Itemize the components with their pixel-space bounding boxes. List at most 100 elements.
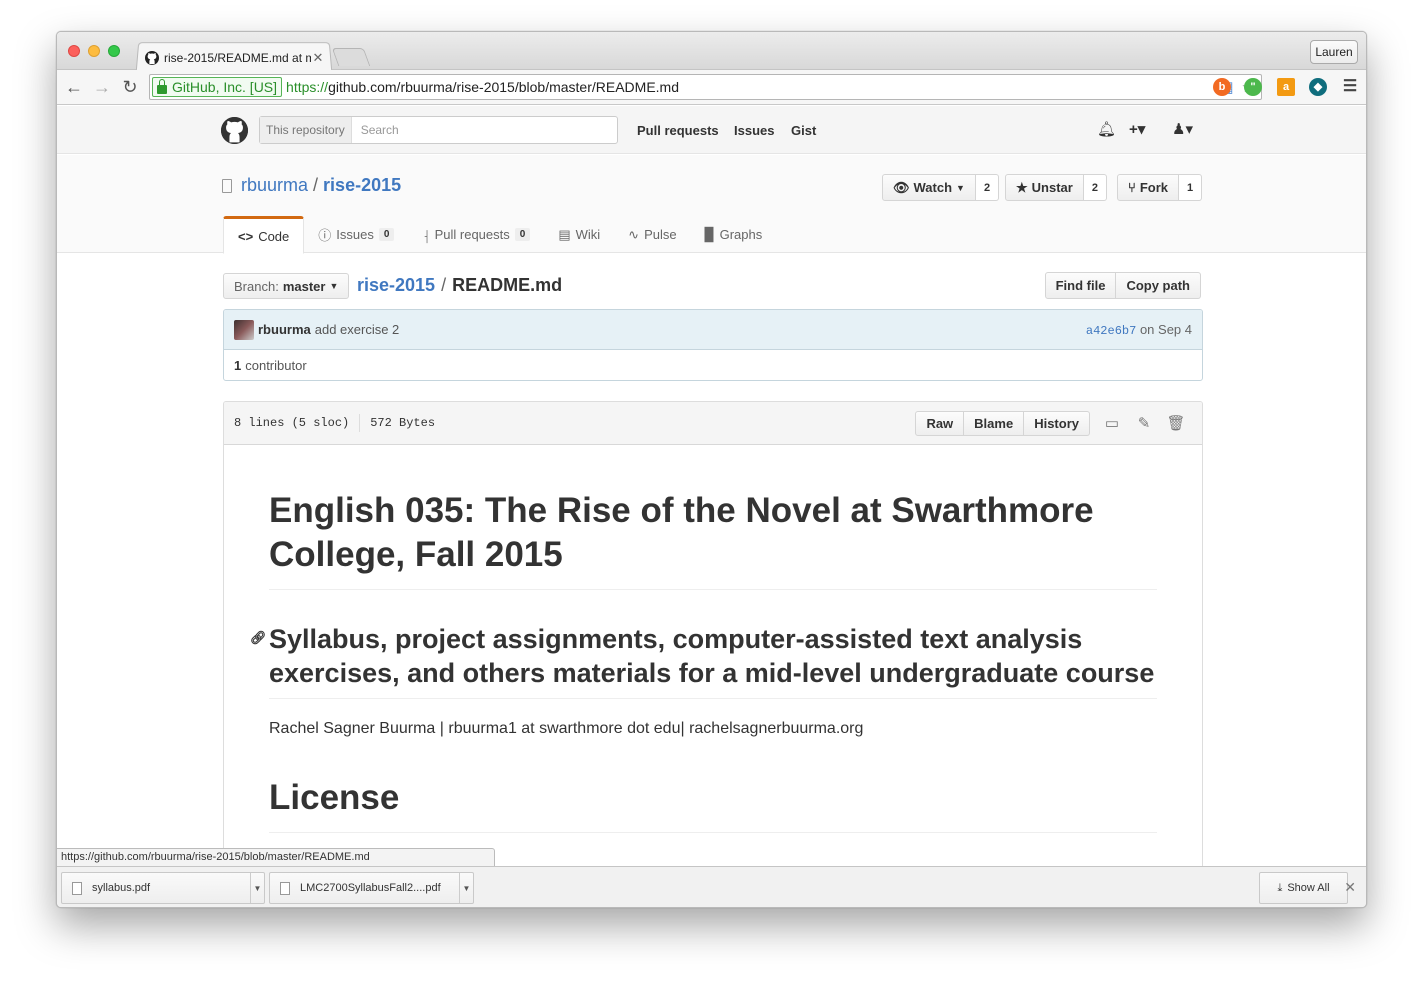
repo-owner-link[interactable]: rbuurma	[241, 175, 308, 196]
address-bar[interactable]: GitHub, Inc. [US] https:// github.com/rb…	[149, 74, 1262, 100]
extension-b-icon[interactable]: b	[1213, 78, 1231, 96]
desktop-icon[interactable]: ▭	[1096, 414, 1128, 432]
github-favicon-icon	[145, 51, 159, 65]
nav-pull-requests[interactable]: Pull requests	[637, 123, 719, 138]
new-tab-button[interactable]	[331, 48, 371, 66]
contributors-label: contributor	[245, 358, 307, 373]
watch-button[interactable]: 👁︎ Watch ▼	[882, 174, 976, 201]
pull-request-icon: ⸡	[422, 227, 430, 243]
fork-button[interactable]: ⑂ Fork	[1117, 174, 1179, 201]
divider	[359, 414, 361, 432]
copy-path-button[interactable]: Copy path	[1116, 272, 1201, 299]
readme-title: English 035: The Rise of the Novel at Sw…	[269, 489, 1157, 590]
blame-button[interactable]: Blame	[964, 410, 1025, 436]
readme-byline: Rachel Sagner Buurma | rbuurma1 at swart…	[269, 720, 864, 738]
browser-tab-title: rise-2015/README.md at master · rbuurma/…	[164, 51, 311, 65]
fork-count[interactable]: 1	[1178, 174, 1203, 201]
watch-label: Watch	[913, 180, 953, 195]
back-arrow-icon[interactable]: ←	[63, 77, 85, 99]
search-scope-label: This repository	[260, 117, 352, 143]
profile-button[interactable]: Lauren	[1310, 40, 1358, 64]
star-count[interactable]: 2	[1083, 174, 1107, 201]
github-logo-icon[interactable]	[221, 117, 248, 144]
amazon-extension-icon[interactable]: a	[1277, 78, 1295, 96]
link-anchor-icon[interactable]: 🔗︎	[250, 630, 267, 647]
eye-icon: 👁︎	[893, 179, 910, 195]
pencil-icon[interactable]: ✎	[1128, 414, 1160, 432]
code-icon: <>	[238, 228, 254, 244]
issue-icon: ⓘ	[318, 228, 332, 243]
browser-tab-content[interactable]: rise-2015/README.md at master · rbuurma/…	[145, 48, 325, 68]
download-item[interactable]: LMC2700SyllabusFall2....pdf ▼	[269, 872, 474, 904]
browser-window: rise-2015/README.md at master · rbuurma/…	[56, 31, 1367, 908]
tab-graphs[interactable]: ▉ Graphs	[691, 216, 777, 253]
tab-pulse[interactable]: ∿ Pulse	[614, 216, 690, 253]
star-group: ★ Unstar 2	[1005, 174, 1107, 201]
tab-issues[interactable]: ⓘ Issues 0	[304, 216, 408, 253]
fork-group: ⑂ Fork 1	[1117, 174, 1203, 201]
tab-pull-requests[interactable]: ⸡ Pull requests 0	[408, 216, 544, 253]
tab-pull-requests-label: Pull requests	[434, 227, 510, 242]
pdf-file-icon	[280, 881, 290, 895]
pull-requests-count: 0	[514, 228, 531, 241]
extension-quote-icon[interactable]: "	[1244, 78, 1262, 96]
issues-count: 0	[378, 228, 395, 241]
notifications-bell-icon[interactable]: 🔔︎	[1097, 120, 1116, 138]
latest-commit: rbuurma add exercise 2 a42e6b7 on Sep 4	[224, 310, 1202, 350]
minimize-window-button[interactable]	[88, 45, 100, 57]
commit-author-link[interactable]: rbuurma	[258, 322, 311, 337]
breadcrumb-file: README.md	[452, 275, 563, 295]
reload-icon[interactable]: ↻	[119, 77, 141, 99]
search-input[interactable]: Search	[352, 123, 399, 137]
status-bubble: https://github.com/rbuurma/rise-2015/blo…	[57, 848, 495, 867]
find-file-button[interactable]: Find file	[1044, 272, 1117, 299]
tab-wiki-label: Wiki	[575, 227, 601, 242]
ev-certificate-badge[interactable]: GitHub, Inc. [US]	[152, 77, 283, 97]
commit-sha-link[interactable]: a42e6b7	[1086, 324, 1136, 338]
breadcrumb-repo-link[interactable]: rise-2015	[357, 275, 435, 296]
download-filename: LMC2700SyllabusFall2....pdf	[300, 882, 441, 894]
show-all-label: Show All	[1287, 882, 1330, 894]
ev-label: GitHub, Inc. [US]	[172, 79, 278, 95]
watch-count[interactable]: 2	[975, 174, 1000, 201]
tab-code[interactable]: <> Code	[223, 216, 305, 254]
repo-name-link[interactable]: rise-2015	[323, 175, 401, 196]
trash-icon[interactable]: 🗑︎	[1160, 414, 1192, 432]
graph-icon: ▉	[704, 226, 715, 242]
readme-subtitle-text: Syllabus, project assignments, computer-…	[269, 623, 1155, 688]
chevron-down-icon[interactable]: ▼	[250, 873, 264, 903]
close-icon[interactable]: ✕	[1344, 879, 1356, 896]
file-nav-actions: Find file Copy path	[1044, 272, 1201, 299]
download-item[interactable]: syllabus.pdf ▼	[61, 872, 265, 904]
chrome-menu-icon[interactable]: ☰	[1341, 78, 1359, 96]
tab-graphs-label: Graphs	[719, 227, 763, 242]
forward-arrow-icon[interactable]: →	[91, 77, 113, 99]
history-button[interactable]: History	[1024, 410, 1090, 436]
lock-icon	[157, 78, 167, 94]
github-header: This repository Search Pull requests Iss…	[57, 106, 1366, 154]
nav-gist[interactable]: Gist	[791, 123, 816, 138]
zoom-window-button[interactable]	[108, 45, 120, 57]
chevron-down-icon[interactable]: ▼	[459, 873, 473, 903]
show-all-button[interactable]: ⤓ Show All	[1259, 872, 1348, 904]
branch-selector[interactable]: Branch: master ▼	[223, 273, 350, 299]
repo-search[interactable]: This repository Search	[259, 116, 618, 144]
raw-button[interactable]: Raw	[915, 410, 965, 436]
create-new-plus-icon[interactable]: +▾	[1129, 120, 1145, 138]
avatar[interactable]	[234, 319, 254, 340]
user-menu-avatar-icon[interactable]: ♟▾	[1172, 120, 1193, 138]
tab-close-icon[interactable]: ✕	[311, 50, 325, 66]
branch-label: Branch:	[234, 278, 279, 294]
url-text: github.com/rbuurma/rise-2015/blob/master…	[328, 79, 679, 95]
contributors-row[interactable]: 1 contributor	[224, 350, 1202, 380]
close-window-button[interactable]	[68, 45, 80, 57]
commit-message-link[interactable]: add exercise 2	[315, 322, 400, 337]
nav-issues[interactable]: Issues	[734, 123, 774, 138]
fork-label: Fork	[1139, 180, 1168, 195]
tab-wiki[interactable]: ▤ Wiki	[544, 216, 614, 253]
title-bar: rise-2015/README.md at master · rbuurma/…	[57, 32, 1366, 72]
license-heading: License	[269, 776, 1157, 833]
extension-diamond-icon[interactable]: ◆	[1309, 78, 1327, 96]
unstar-button[interactable]: ★ Unstar	[1005, 174, 1084, 201]
breadcrumb: rise-2015 / README.md	[357, 275, 562, 296]
